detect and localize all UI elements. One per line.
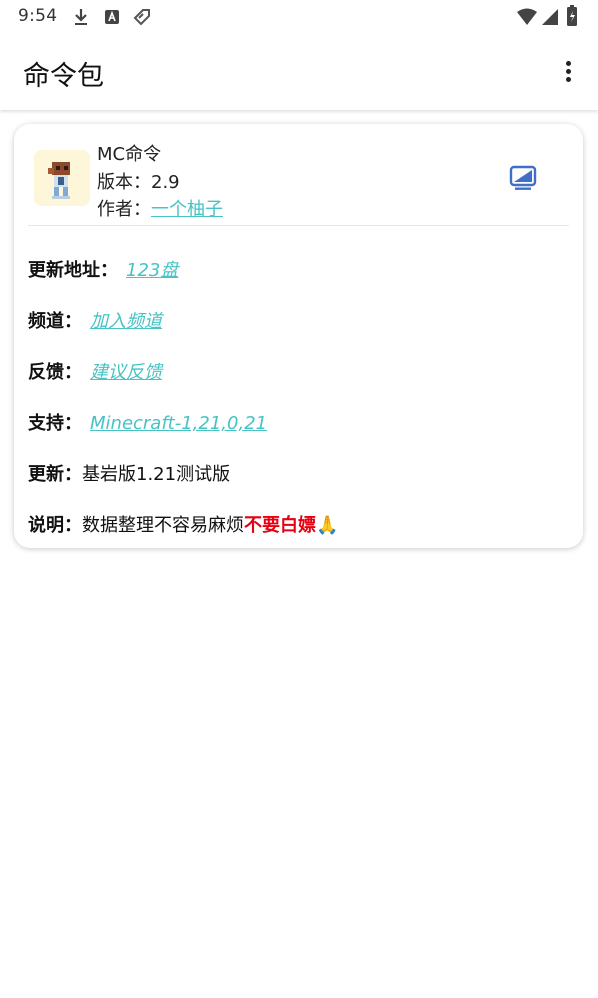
note-label: 说明： xyxy=(28,515,82,536)
note-highlight: 不要白嫖 xyxy=(244,515,316,536)
note-value: 数据整理不容易麻烦 xyxy=(82,515,244,536)
divider xyxy=(28,225,569,226)
update-row: 更新：基岩版1.21测试版 xyxy=(28,460,230,486)
feedback-row: 反馈： 建议反馈 xyxy=(28,358,162,384)
feedback-link[interactable]: 建议反馈 xyxy=(90,362,162,383)
app-name: MC命令 xyxy=(97,144,162,165)
more-vert-icon[interactable] xyxy=(556,58,580,88)
version-value: 2.9 xyxy=(151,172,180,193)
pray-emoji: 🙏 xyxy=(316,515,339,536)
author-link[interactable]: 一个柚子 xyxy=(151,199,223,220)
support-row: 支持： Minecraft-1,21,0,21 xyxy=(28,409,267,435)
update-label: 更新： xyxy=(28,464,82,485)
channel-label: 频道： xyxy=(28,311,82,332)
tag-icon xyxy=(133,9,150,26)
version-line: 版本：2.9 xyxy=(97,168,180,194)
support-label: 支持： xyxy=(28,413,82,434)
signal-icon xyxy=(542,9,558,25)
update-url-label: 更新地址： xyxy=(28,260,118,281)
version-label: 版本： xyxy=(97,172,151,193)
support-link[interactable]: Minecraft-1,21,0,21 xyxy=(90,413,267,434)
battery-icon xyxy=(567,5,577,26)
status-time: 9:54 xyxy=(18,6,58,26)
update-url-link[interactable]: 123盘 xyxy=(126,260,178,281)
update-url-row: 更新地址： 123盘 xyxy=(28,256,178,282)
update-value: 基岩版1.21测试版 xyxy=(82,464,231,485)
wifi-icon xyxy=(517,8,537,25)
status-bar: 9:54 xyxy=(0,0,598,34)
download-icon xyxy=(75,9,87,25)
a-box-icon xyxy=(105,10,119,24)
tv-icon[interactable] xyxy=(509,164,537,192)
author-label: 作者： xyxy=(97,199,151,220)
feedback-label: 反馈： xyxy=(28,362,82,383)
note-row: 说明：数据整理不容易麻烦不要白嫖🙏 xyxy=(28,511,338,537)
app-bar: 命令包 xyxy=(0,34,598,110)
command-pack-card[interactable]: MC命令 版本：2.9 作者：一个柚子 更新地址： 123盘 频道： 加入频道 反馈… xyxy=(14,124,583,548)
page-title: 命令包 xyxy=(23,61,104,92)
channel-row: 频道： 加入频道 xyxy=(28,307,162,333)
join-channel-link[interactable]: 加入频道 xyxy=(90,311,162,332)
app-logo xyxy=(34,150,90,206)
author-line: 作者：一个柚子 xyxy=(97,195,223,221)
